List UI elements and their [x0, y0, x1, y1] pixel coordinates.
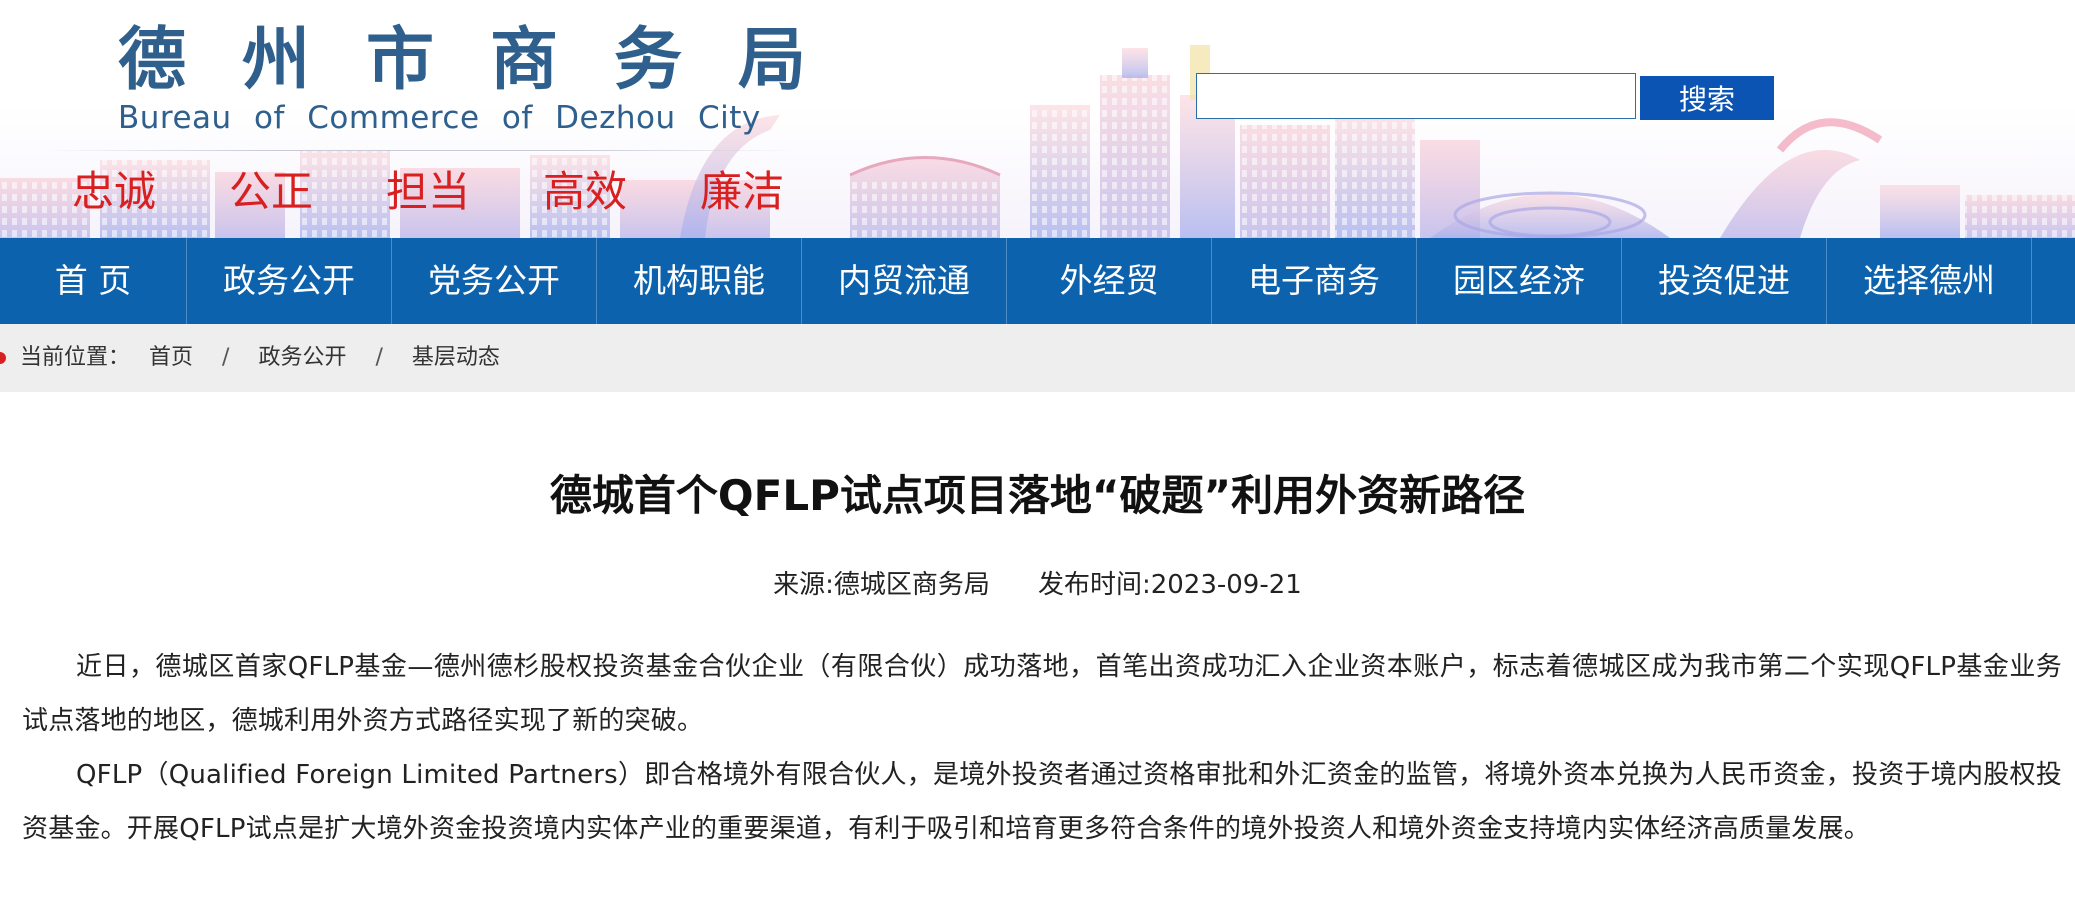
- nav-item-foreign-trade[interactable]: 外经贸: [1007, 238, 1212, 324]
- nav-item-e-commerce[interactable]: 电子商务: [1212, 238, 1417, 324]
- breadcrumb-prefix: 当前位置：: [20, 345, 131, 370]
- search-input[interactable]: [1196, 73, 1636, 119]
- header-banner: 德州市商务局 Bureau of Commerce of Dezhou City…: [0, 0, 2075, 238]
- nav-item-party-affairs[interactable]: 党务公开: [392, 238, 597, 324]
- site-title-chinese: 德州市商务局: [118, 20, 863, 100]
- title-divider: [40, 150, 800, 151]
- breadcrumb-separator: /: [375, 345, 383, 370]
- main-navigation: 首 页 政务公开 党务公开 机构职能 内贸流通 外经贸 电子商务 园区经济 投资…: [0, 238, 2075, 324]
- nav-item-investment[interactable]: 投资促进: [1622, 238, 1827, 324]
- motto-word: 公正: [229, 167, 314, 216]
- article-source: 来源:德城区商务局: [773, 570, 990, 600]
- article-paragraph: 近日，德城区首家QFLP基金—德州德杉股权投资基金合伙企业（有限合伙）成功落地，…: [22, 652, 2062, 736]
- nav-item-park-economy[interactable]: 园区经济: [1417, 238, 1622, 324]
- nav-item-home[interactable]: 首 页: [0, 238, 187, 324]
- location-dot-icon: [0, 352, 6, 364]
- motto-word: 高效: [543, 167, 628, 216]
- breadcrumb-link-local-news[interactable]: 基层动态: [412, 345, 500, 370]
- motto-word: 忠诚: [72, 167, 157, 216]
- breadcrumb-link-gov-affairs[interactable]: 政务公开: [258, 345, 346, 370]
- nav-item-gov-affairs[interactable]: 政务公开: [187, 238, 392, 324]
- article-body: 近日，德城区首家QFLP基金—德州德杉股权投资基金合伙企业（有限合伙）成功落地，…: [22, 640, 2062, 856]
- motto-word: 廉洁: [700, 167, 785, 216]
- article-publish-date: 发布时间:2023-09-21: [1037, 570, 1302, 600]
- nav-item-domestic-trade[interactable]: 内贸流通: [802, 238, 1007, 324]
- nav-item-choose-dezhou[interactable]: 选择德州: [1827, 238, 2032, 324]
- site-title-english: Bureau of Commerce of Dezhou City: [118, 100, 761, 136]
- article-title: 德城首个QFLP试点项目落地“破题”利用外资新路径: [549, 471, 1526, 520]
- motto-word: 担当: [386, 167, 471, 216]
- breadcrumb-separator: /: [222, 345, 230, 370]
- article-paragraph: QFLP（Qualified Foreign Limited Partners）…: [22, 760, 2062, 844]
- breadcrumb: 当前位置： 首页 / 政务公开 / 基层动态: [0, 324, 2075, 392]
- breadcrumb-link-home[interactable]: 首页: [149, 345, 193, 370]
- article-meta: 来源:德城区商务局 发布时间:2023-09-21: [0, 565, 2075, 605]
- nav-item-functions[interactable]: 机构职能: [597, 238, 802, 324]
- search-button[interactable]: 搜索: [1640, 76, 1774, 120]
